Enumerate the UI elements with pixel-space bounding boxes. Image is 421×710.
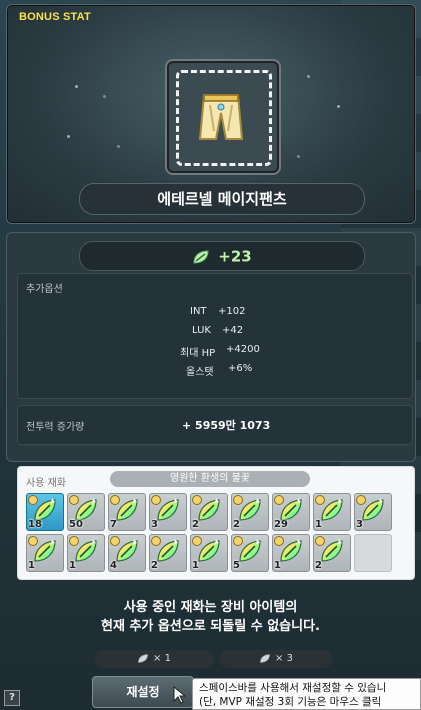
bonus-stat-panel: +23 추가옵션 INT +102 LUK +42 최대 HP +4200 올스… xyxy=(6,232,416,462)
material-count: 5 xyxy=(233,560,240,571)
material-slot[interactable]: 18 xyxy=(26,493,64,531)
spacebar-tooltip: 스페이스바를 사용해서 재설정할 수 있습니 (단, MVP 재설정 3회 기능… xyxy=(192,678,421,710)
material-count: 18 xyxy=(28,519,42,530)
tooltip-line-1: 스페이스바를 사용해서 재설정할 수 있습니 xyxy=(199,682,387,694)
flame-count-label: × 3 xyxy=(275,653,293,664)
item-slot xyxy=(165,59,281,175)
flame-icon xyxy=(34,539,56,562)
material-count: 1 xyxy=(192,560,199,571)
notice-emphasis: 되돌릴 수 없습니다. xyxy=(210,619,320,634)
tooltip-line-2: (단, MVP 재설정 3회 기능은 마우스 클릭 xyxy=(199,696,382,708)
mouse-cursor-icon xyxy=(173,686,187,704)
item-name: 에테르넬 메이지팬츠 xyxy=(79,183,365,215)
flame-count-box: × 3 xyxy=(220,650,332,668)
item-preview-panel: BONUS STAT 에테르넬 메이지팬츠 xyxy=(6,4,416,224)
combat-power-value: + 5959만 1073 xyxy=(182,419,271,432)
stat-name: 올스탯 xyxy=(186,367,214,378)
pants-icon xyxy=(198,94,244,140)
material-count: 7 xyxy=(110,519,117,530)
material-slot[interactable]: 7 xyxy=(108,493,146,531)
stat-value: +102 xyxy=(218,306,246,317)
notice-line-1: 사용 중인 재화는 장비 아이템의 xyxy=(123,600,298,615)
material-slot[interactable]: 3 xyxy=(149,493,187,531)
materials-label: 사용 재화 xyxy=(26,478,66,489)
selected-material-name: 영원한 환생의 불꽃 xyxy=(110,471,310,487)
stat-name: LUK xyxy=(192,325,211,336)
material-slot[interactable]: 1 xyxy=(190,534,228,572)
stat-value: +42 xyxy=(222,325,244,336)
flame-icon xyxy=(321,539,343,562)
flame-score-bar: +23 xyxy=(79,241,365,271)
window-title: BONUS STAT xyxy=(19,11,91,23)
help-button[interactable]: ? xyxy=(4,690,20,706)
material-slot[interactable]: 2 xyxy=(313,534,351,572)
flame-count-label: × 1 xyxy=(153,653,171,664)
flame-icon xyxy=(239,498,261,521)
material-slot[interactable]: 50 xyxy=(67,493,105,531)
notice-line-2: 현재 추가 옵션으로 xyxy=(101,619,211,634)
material-slot[interactable]: 1 xyxy=(272,534,310,572)
flame-count-box: × 1 xyxy=(94,650,214,668)
flame-score-value: +23 xyxy=(218,247,252,266)
stat-value: +6% xyxy=(228,363,253,374)
flame-icon xyxy=(75,539,97,562)
material-count: 2 xyxy=(233,519,240,530)
material-count: 2 xyxy=(315,560,322,571)
flame-icon xyxy=(239,539,261,562)
material-slot[interactable]: 4 xyxy=(108,534,146,572)
flame-icon xyxy=(157,539,179,562)
flame-icon xyxy=(321,498,343,521)
material-slot[interactable]: 2 xyxy=(231,493,269,531)
material-count: 3 xyxy=(356,519,363,530)
additional-options-header: 추가옵션 xyxy=(26,284,63,295)
stat-name: INT xyxy=(190,306,207,317)
stat-name: 최대 HP xyxy=(180,348,216,359)
material-count: 3 xyxy=(151,519,158,530)
flame-icon xyxy=(193,249,209,264)
material-slot-empty[interactable] xyxy=(354,534,392,572)
material-count: 2 xyxy=(192,519,199,530)
material-count: 29 xyxy=(274,519,288,530)
material-slot[interactable]: 2 xyxy=(149,534,187,572)
material-count: 1 xyxy=(274,560,281,571)
warning-notice: 사용 중인 재화는 장비 아이템의 현재 추가 옵션으로 되돌릴 수 없습니다. xyxy=(0,598,421,636)
material-count: 1 xyxy=(69,560,76,571)
flame-icon xyxy=(116,539,138,562)
flame-icon xyxy=(362,498,384,521)
material-slot[interactable]: 1 xyxy=(313,493,351,531)
material-slot[interactable]: 1 xyxy=(26,534,64,572)
material-slot[interactable]: 29 xyxy=(272,493,310,531)
material-count: 2 xyxy=(151,560,158,571)
material-count: 4 xyxy=(110,560,117,571)
flame-icon xyxy=(116,498,138,521)
material-slot[interactable]: 3 xyxy=(354,493,392,531)
material-count: 1 xyxy=(315,519,322,530)
material-count: 1 xyxy=(28,560,35,571)
additional-options-box: 추가옵션 INT +102 LUK +42 최대 HP +4200 올스탯 +6… xyxy=(17,273,413,399)
material-slot[interactable]: 1 xyxy=(67,534,105,572)
flame-icon xyxy=(138,653,149,663)
flame-icon xyxy=(198,539,220,562)
flame-icon xyxy=(260,653,271,663)
material-slot[interactable]: 2 xyxy=(190,493,228,531)
combat-power-label: 전투력 증가량 xyxy=(26,422,85,433)
flame-icon xyxy=(280,539,302,562)
flame-icon xyxy=(157,498,179,521)
material-slot[interactable]: 5 xyxy=(231,534,269,572)
stat-value: +4200 xyxy=(226,344,260,355)
combat-power-box: 전투력 증가량 + 5959만 1073 xyxy=(17,405,413,445)
material-count: 50 xyxy=(69,519,83,530)
flame-icon xyxy=(198,498,220,521)
materials-panel: 사용 재화 영원한 환생의 불꽃 18 50 7 3 2 2 29 1 3 1 1 4 2 1 5 1 2 xyxy=(17,466,415,580)
